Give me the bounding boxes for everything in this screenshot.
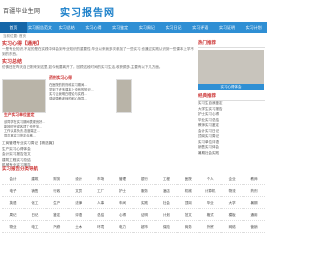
section2-title[interactable]: 实习总结 — [2, 58, 195, 65]
category-link[interactable]: 实践 — [133, 199, 156, 209]
category-link[interactable]: 电力 — [111, 223, 134, 233]
category-link[interactable]: 会计 — [2, 175, 24, 185]
nav-experience[interactable]: 实习心得 — [80, 22, 107, 33]
category-link[interactable]: 电子 — [2, 187, 24, 197]
category-link[interactable]: 个人 — [199, 175, 222, 185]
category-link[interactable]: 暑期 — [243, 199, 265, 209]
category-link[interactable]: 土木 — [67, 223, 90, 233]
category-title: 实习报告分类导航 — [2, 166, 38, 171]
category-link[interactable]: 物流 — [221, 187, 244, 197]
category-link[interactable]: 证明 — [133, 211, 156, 221]
category-link[interactable]: 文员 — [67, 187, 90, 197]
site-logo[interactable]: 百疆毕业生网 — [3, 6, 40, 15]
nav-weekly[interactable]: 实习周记 — [134, 22, 161, 33]
sidebar: 热门推荐 实习心得体会 经典推荐 实习生自我鉴定 大学生实习报告 护士实习心得 … — [198, 40, 265, 156]
category-link[interactable]: 销售 — [23, 187, 46, 197]
category-link[interactable]: 计算机 — [199, 187, 222, 197]
category-link[interactable]: 车间 — [111, 199, 134, 209]
category-link[interactable]: 鉴定 — [45, 211, 68, 221]
category-link[interactable]: 银行 — [133, 175, 156, 185]
nav-certificate[interactable]: 实习证明 — [214, 22, 241, 33]
category-link[interactable]: 药剂 — [243, 187, 265, 197]
category-link[interactable]: 营销 — [243, 223, 265, 233]
category-link[interactable]: 生产 — [45, 199, 68, 209]
category-link[interactable]: 电工 — [23, 223, 46, 233]
category-link[interactable]: 环境 — [89, 223, 112, 233]
category-link[interactable]: 模板 — [221, 211, 244, 221]
block1: 药剂实习心得 在医院的药剂科实习期间… 学到了许多课本上没有的知识… 实习让我明… — [49, 76, 115, 100]
category-link[interactable]: 网络 — [221, 223, 244, 233]
section1-text: 一是专业知识,不足的是在实践中体会到专业知识的重要性;毕业以来我多次参加了一些实… — [2, 47, 194, 56]
breadcrumb: 当前位置: 首页 — [3, 34, 26, 38]
category-link[interactable]: 行政 — [45, 187, 68, 197]
category-link[interactable]: 教师 — [243, 175, 265, 185]
category-link[interactable]: 人事 — [89, 199, 112, 209]
category-link[interactable]: 化工 — [23, 199, 46, 209]
classic-title: 经典推荐 — [198, 93, 265, 101]
category-link[interactable]: 英语 — [2, 199, 24, 209]
category-link[interactable]: 机械 — [177, 187, 200, 197]
category-link[interactable]: 服务 — [133, 187, 156, 197]
category-link[interactable]: 设计 — [67, 175, 90, 185]
featured-image[interactable]: 实习心得体会 — [198, 50, 264, 90]
nav-comment[interactable]: 实习评语 — [187, 22, 214, 33]
category-link[interactable]: 管理 — [111, 175, 134, 185]
feature-blocks: 药剂实习心得 在医院的药剂科实习期间… 学到了许多课本上没有的知识… 实习让我明… — [2, 76, 195, 137]
sidebar-item[interactable]: 暑期社会实践 — [198, 151, 265, 157]
nav-home[interactable]: 首页 — [0, 22, 27, 33]
category-link[interactable]: 评语 — [67, 211, 90, 221]
category-link[interactable]: 计划 — [155, 211, 178, 221]
category-link[interactable]: 总结 — [89, 211, 112, 221]
category-link[interactable]: 法律 — [67, 199, 90, 209]
category-link[interactable]: 建筑 — [23, 175, 46, 185]
category-link[interactable]: 物业 — [2, 223, 24, 233]
category-link[interactable]: 商务 — [177, 223, 200, 233]
category-link[interactable]: 格式 — [199, 211, 222, 221]
site-name[interactable]: 实习报告网 — [60, 4, 115, 19]
nav-appraisal[interactable]: 实习鉴定 — [107, 22, 134, 33]
list-item[interactable]: 同意其实习鉴定合格… — [4, 133, 66, 138]
category-link[interactable]: 酒店 — [155, 187, 178, 197]
category-link[interactable]: 保险 — [155, 223, 178, 233]
block2: 生产实习单位鉴定 该同学在实习期间表现良好… 能按时完成各项工作任务… 工作认真… — [4, 113, 66, 137]
category-link[interactable]: 财务 — [45, 175, 68, 185]
category-link[interactable]: 日记 — [23, 211, 46, 221]
category-link[interactable]: 社会 — [155, 199, 178, 209]
category-link[interactable]: 毕业 — [199, 199, 222, 209]
main-nav: 首页 实习报告范文 实习总结 实习心得 实习鉴定 实习周记 实习日记 实习评语 … — [0, 22, 267, 33]
hot-title: 热门推荐 — [198, 40, 265, 48]
category-link[interactable]: 工程 — [155, 175, 178, 185]
link-list: 工商管理专业实习周记【精选篇】 生产实习心得体会 会计实习报告范文 建筑工程实习… — [2, 141, 195, 169]
category-link[interactable]: 护士 — [111, 187, 134, 197]
nav-diary[interactable]: 实习日记 — [160, 22, 187, 33]
nav-report[interactable]: 实习报告范文 — [27, 22, 54, 33]
category-link[interactable]: 大学 — [221, 199, 244, 209]
nav-summary[interactable]: 实习总结 — [53, 22, 80, 33]
nav-plan[interactable]: 实习计划 — [240, 22, 267, 33]
thumbnail-image[interactable] — [2, 79, 46, 113]
category-link[interactable]: 工厂 — [89, 187, 112, 197]
main-content: 实习心得【通用】 一是专业知识,不足的是在实践中体会到专业知识的重要性;毕业以来… — [2, 40, 195, 169]
category-link[interactable]: 顶岗 — [177, 199, 200, 209]
category-link[interactable]: 企业 — [221, 175, 244, 185]
category-link[interactable]: 外贸 — [199, 223, 222, 233]
category-link[interactable]: 汽修 — [45, 223, 68, 233]
featured-caption[interactable]: 实习心得体会 — [198, 84, 264, 90]
section2-text: 仿佛还在昨天自己刚来到这里,如今就要离开了。回顾这段时间的实习生活,收获颇多,主… — [2, 65, 163, 69]
category-link[interactable]: 范文 — [177, 211, 200, 221]
header: 百疆毕业生网 实习报告网 — [0, 0, 267, 22]
section1-title[interactable]: 实习心得【通用】 — [2, 40, 195, 47]
category-link[interactable]: 医院 — [177, 175, 200, 185]
list-item[interactable]: 感谢带教老师的耐心指导… — [49, 96, 115, 101]
category-link[interactable]: 市场 — [89, 175, 112, 185]
category-link[interactable]: 超市 — [133, 223, 156, 233]
category-grid: 会计 建筑 财务 设计 市场 管理 银行 工程 医院 个人 企业 教师电子 销售 行政 文员 工厂 护士 服务 酒店… — [2, 175, 265, 233]
category-link[interactable]: 通用 — [243, 211, 265, 221]
category-link[interactable]: 周记 — [2, 211, 24, 221]
category-link[interactable]: 心得 — [111, 211, 134, 221]
thumbnail-image[interactable] — [116, 79, 133, 113]
